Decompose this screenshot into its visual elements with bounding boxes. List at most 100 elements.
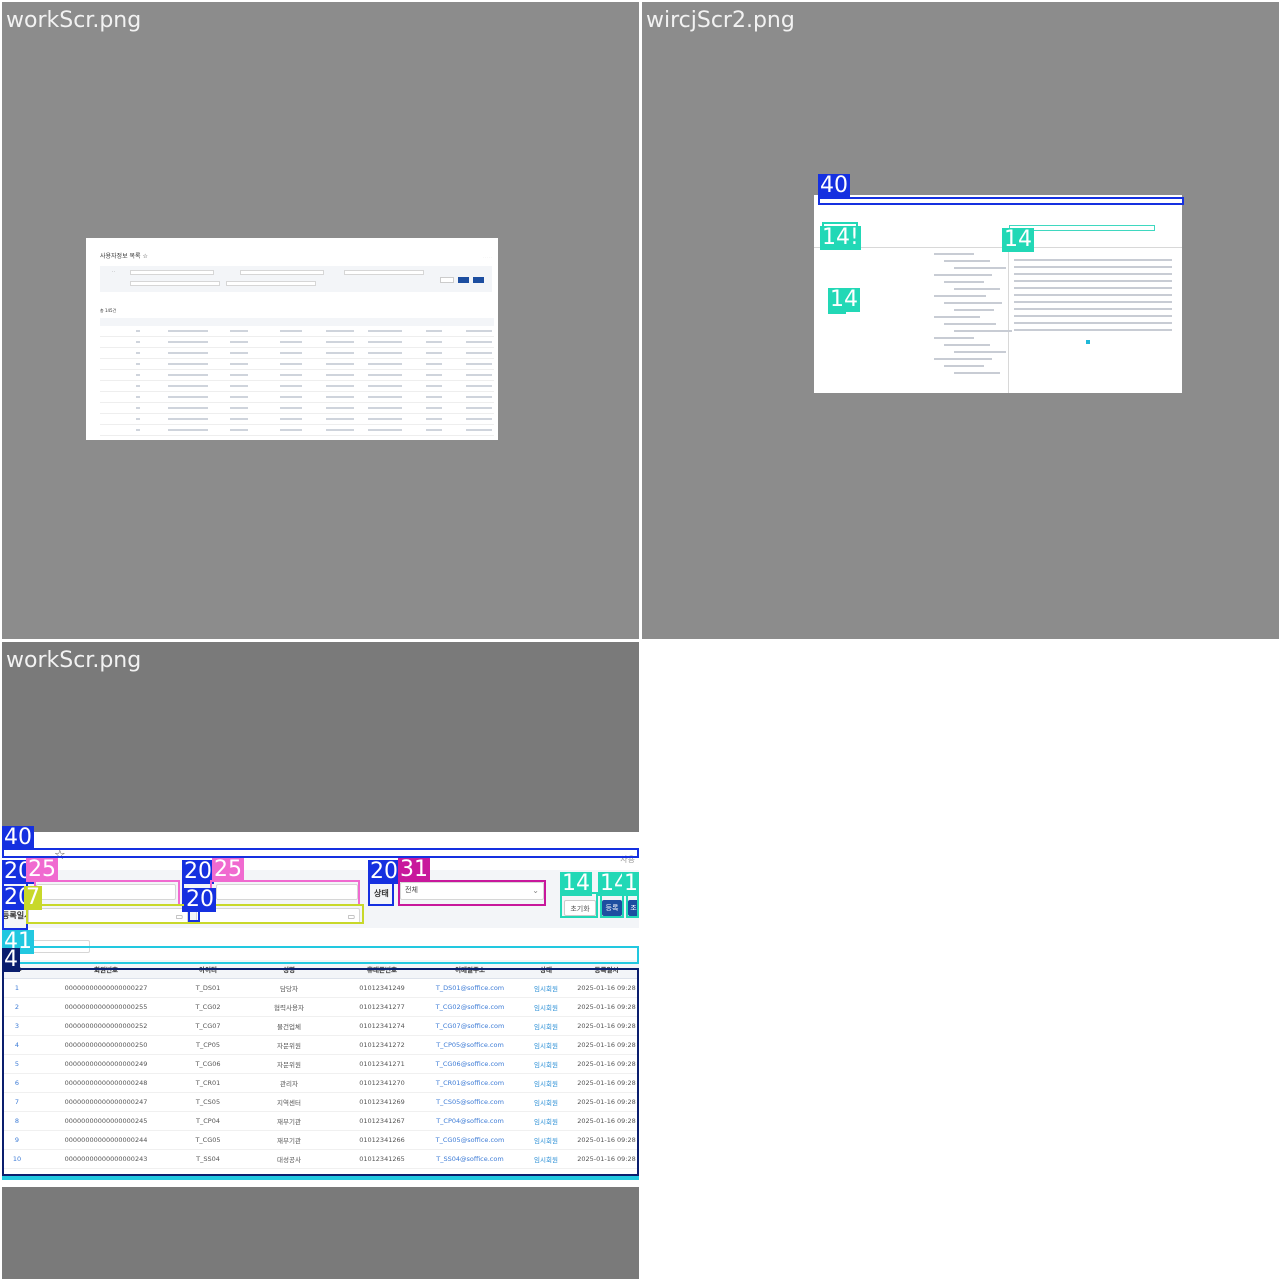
mini-breadcrumb: · · · · ·: [483, 255, 492, 259]
mini-cell: [168, 429, 208, 431]
mini-table-row: [100, 326, 494, 337]
mini-table-row: [100, 370, 494, 381]
mini-text-line: [944, 281, 984, 283]
mini-cell: [466, 429, 492, 431]
mini-cell: [368, 418, 402, 420]
mini-cell: [326, 385, 354, 387]
mini-cell: [168, 396, 208, 398]
mini-cell: [280, 407, 302, 409]
mini-cell: [466, 418, 492, 420]
mini-label: · ·: [112, 270, 116, 274]
mini-cell: [230, 363, 248, 365]
mini-cell: [280, 418, 302, 420]
mini-cell: [466, 374, 492, 376]
annotation-tag: 25: [26, 857, 58, 882]
annotation-tag: 14: [1002, 227, 1034, 252]
mini-cell: [326, 341, 354, 343]
mini-cell: [168, 374, 208, 376]
mini-date-input: [130, 281, 220, 286]
mini-cell: [136, 363, 140, 365]
mini-table-row: [100, 403, 494, 414]
mini-table-header: [100, 318, 494, 326]
mini-input: [240, 270, 324, 275]
mini-cell: [136, 418, 140, 420]
mini-text-line: [944, 365, 984, 367]
mini-text-line: [934, 295, 986, 297]
mini-cell: [426, 363, 442, 365]
divider: [814, 247, 1182, 248]
mini-cell: [326, 407, 354, 409]
annotation-box: [398, 880, 546, 906]
annotation-box: [2, 848, 639, 858]
annotation-tag: 25: [212, 857, 244, 882]
panel-title: workScr.png: [6, 648, 142, 673]
annotation-tag: 14: [560, 871, 592, 896]
mini-cell: [168, 330, 208, 332]
mini-reset-button: [440, 277, 454, 283]
panel-title: wircjScr2.png: [646, 8, 795, 33]
annotation-box: [2, 1176, 639, 1180]
mini-cell: [368, 374, 402, 376]
mini-cell: [368, 407, 402, 409]
mini-text-line: [934, 253, 974, 255]
annotation-tag: 14: [828, 287, 860, 312]
mini-select: [344, 270, 424, 275]
mini-table-row: [100, 392, 494, 403]
annotation-tag: 31: [398, 857, 430, 882]
mini-cell: [280, 396, 302, 398]
mini-text-line: [944, 344, 990, 346]
mini-text-line: [944, 302, 1002, 304]
mini-cell: [230, 330, 248, 332]
mini-cell: [466, 407, 492, 409]
mini-cell: [326, 330, 354, 332]
mini-table-line: [1014, 315, 1172, 317]
annotation-tag: 20: [184, 887, 216, 912]
annotation-tag: 14!: [820, 225, 861, 250]
mini-cell: [136, 429, 140, 431]
mini-text-line: [934, 358, 992, 360]
mini-cell: [230, 385, 248, 387]
mini-cell: [368, 341, 402, 343]
mini-text-line: [954, 309, 994, 311]
mini-cell: [136, 385, 140, 387]
mini-cell: [466, 352, 492, 354]
mini-cell: [136, 330, 140, 332]
mini-table-line: [1014, 273, 1172, 275]
mini-cell: [230, 396, 248, 398]
mini-cell: [426, 330, 442, 332]
mini-text-line: [954, 288, 1000, 290]
annotation-tag: 40: [818, 173, 850, 198]
mini-table-row: [100, 348, 494, 359]
mini-cell: [368, 363, 402, 365]
annotation-box: [2, 946, 639, 964]
mini-table-row: [100, 381, 494, 392]
mini-cell: [280, 330, 302, 332]
mini-page-screenshot: 사용자정보 목록 ☆ · · · · · · · 총 145건: [86, 238, 498, 440]
panel-workscr-overview: workScr.png 사용자정보 목록 ☆ · · · · · · · 총 1…: [2, 2, 639, 639]
mini-cell: [136, 374, 140, 376]
panel-workscr-zoomed: workScr.png ☆ 사용 상태 전체 ⌄ 등록일시 ▭ ▭ 초기화 등록…: [2, 642, 639, 1279]
mini-search-button: [473, 277, 484, 283]
mini-cell: [230, 374, 248, 376]
mini-text-line: [934, 337, 974, 339]
mini-cell: [280, 374, 302, 376]
mini-cell: [168, 418, 208, 420]
mini-text-line: [944, 260, 990, 262]
empty-panel: [642, 642, 1279, 1279]
mini-cell: [368, 396, 402, 398]
mini-cell: [326, 352, 354, 354]
mini-table-line: [1014, 266, 1172, 268]
mini-text-line: [954, 330, 1012, 332]
annotation-tag: 7: [24, 885, 42, 910]
mini-pagination-active: [1086, 340, 1090, 344]
mini-input: [130, 270, 214, 275]
mini-page-title: 사용자정보 목록 ☆: [100, 253, 148, 260]
mini-table-line: [1014, 287, 1172, 289]
mini-cell: [426, 352, 442, 354]
mini-text-line: [944, 323, 996, 325]
mini-cell: [136, 407, 140, 409]
mini-cell: [426, 341, 442, 343]
mini-cell: [466, 341, 492, 343]
mini-table-line: [1014, 280, 1172, 282]
mini-text-line: [954, 372, 1000, 374]
